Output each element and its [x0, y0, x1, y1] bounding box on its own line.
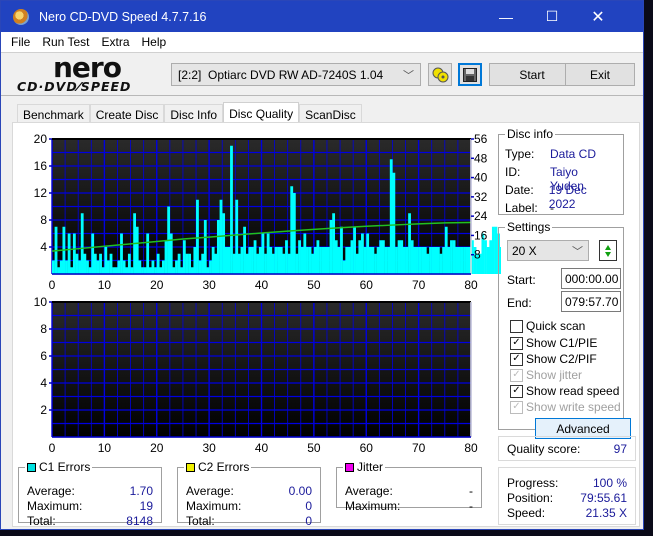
position-value: 79:55.61 — [580, 491, 627, 505]
c2-errors-group: C2 Errors Average: 0.00 Maximum: 0 Total: 0 — [177, 460, 321, 528]
x-tick-label: 40 — [255, 441, 269, 455]
y-tick-label: 2 — [40, 403, 47, 417]
show-c2-pif-checkbox[interactable]: ✓ Show C2/PIF — [510, 352, 597, 366]
checkbox-label: Show C1/PIE — [526, 336, 598, 350]
x-tick-label: 70 — [412, 441, 426, 455]
c1-maximum-label: Maximum: — [27, 499, 83, 513]
app-window: Nero CD-DVD Speed 4.7.7.16 — ☐ ✕ File Ru… — [0, 0, 644, 530]
settings-group: Settings 20 X ﹀ Start: 000:00.00 End: 07… — [498, 220, 631, 439]
progress-value: 100 % — [592, 476, 627, 490]
jitter-average-label: Average: — [345, 484, 393, 498]
jitter-average-value: - — [469, 484, 473, 498]
c1-errors-title: C1 Errors — [39, 460, 91, 474]
show-write-speed-checkbox[interactable]: ✓ Show write speed — [510, 400, 621, 414]
chevron-down-icon: ﹀ — [572, 246, 583, 258]
x-tick-label: 0 — [49, 441, 56, 455]
x-tick-label: 10 — [98, 441, 112, 455]
jitter-color-swatch — [345, 462, 354, 472]
y-tick-label: 10 — [34, 295, 48, 309]
checkbox-label: Show C2/PIF — [526, 352, 597, 366]
maximize-button[interactable]: ☐ — [529, 1, 575, 32]
x-tick-label: 30 — [202, 441, 216, 455]
checkbox-box — [510, 319, 523, 333]
speed-value: 21.35 X — [585, 506, 627, 520]
jitter-maximum-label: Maximum: — [345, 499, 401, 513]
show-c1-pie-checkbox[interactable]: ✓ Show C1/PIE — [510, 336, 597, 350]
x-tick-label: 50 — [307, 441, 321, 455]
start-label: Start: — [507, 273, 536, 287]
end-field[interactable]: 079:57.70 — [561, 291, 621, 312]
checkmark-icon: ✓ — [510, 384, 523, 398]
quality-score-label: Quality score: — [507, 442, 581, 456]
c2-average-label: Average: — [186, 484, 234, 498]
x-tick-label: 80 — [464, 441, 478, 455]
c2-chart: 0 10 20 30 40 50 60 70 80 2 4 6 8 10 — [34, 295, 478, 455]
c1-errors-group: C1 Errors Average: 1.70 Maximum: 19 Total:… — [18, 460, 162, 528]
checkbox-label: Quick scan — [526, 319, 586, 333]
checkbox-label: Show write speed — [526, 400, 621, 414]
refresh-speed-button[interactable] — [599, 240, 617, 261]
settings-title: Settings — [507, 220, 551, 234]
c1-average-label: Average: — [27, 484, 75, 498]
y-tick-label: 8 — [40, 322, 47, 336]
jitter-title: Jitter — [357, 460, 384, 474]
c2-errors-title: C2 Errors — [198, 460, 250, 474]
disc-type-value: Data CD — [550, 147, 597, 161]
show-read-speed-checkbox[interactable]: ✓ Show read speed — [510, 384, 619, 398]
c1-color-swatch — [27, 462, 36, 472]
y-tick-label: 4 — [40, 376, 47, 390]
c1-total-value: 8148 — [126, 514, 153, 528]
c2-color-swatch — [186, 462, 195, 472]
refresh-icon — [605, 244, 611, 257]
start-field[interactable]: 000:00.00 — [561, 268, 621, 289]
speed-select[interactable]: 20 X ﹀ — [507, 240, 589, 261]
jitter-group: Jitter Average: - Maximum: - — [336, 460, 482, 513]
c1-maximum-value: 19 — [139, 499, 153, 513]
c2-total-label: Total: — [186, 514, 215, 528]
c2-maximum-label: Maximum: — [186, 499, 242, 513]
exit-button[interactable]: Exit — [565, 63, 635, 86]
speed-select-value: 20 X — [512, 243, 537, 258]
disc-type-label: Type: — [505, 147, 535, 161]
disc-label-value: - — [550, 201, 554, 215]
checkmark-icon: ✓ — [510, 352, 523, 366]
start-button[interactable]: Start — [489, 63, 575, 86]
c2-maximum-value: 0 — [305, 499, 312, 513]
progress-group: Progress: 100 % Position: 79:55.61 Speed: 2… — [498, 467, 636, 525]
y-tick-label: 6 — [40, 349, 47, 363]
c1-total-label: Total: — [27, 514, 56, 528]
x-tick-label: 60 — [360, 441, 374, 455]
c2-total-value: 0 — [305, 514, 312, 528]
checkmark-icon: ✓ — [510, 400, 523, 414]
checkmark-icon: ✓ — [510, 368, 523, 382]
close-button[interactable]: ✕ — [575, 1, 621, 32]
checkbox-label: Show jitter — [526, 368, 583, 382]
x-tick-label: 20 — [150, 441, 164, 455]
quality-score-group: Quality score: 97 — [498, 436, 636, 461]
checkmark-icon: ✓ — [510, 336, 523, 350]
speed-label: Speed: — [507, 506, 546, 520]
c1-average-value: 1.70 — [129, 484, 153, 498]
c2-average-value: 0.00 — [288, 484, 312, 498]
disc-info-group: Disc info Type: Data CD ID: Taiyo Yuden Da… — [498, 127, 624, 215]
end-label: End: — [507, 296, 532, 310]
position-label: Position: — [507, 491, 554, 505]
show-jitter-checkbox[interactable]: ✓ Show jitter — [510, 368, 582, 382]
progress-label: Progress: — [507, 476, 559, 490]
quick-scan-checkbox[interactable]: Quick scan — [510, 319, 585, 333]
checkbox-label: Show read speed — [526, 384, 620, 398]
disc-info-title: Disc info — [507, 127, 554, 141]
jitter-maximum-value: - — [469, 499, 473, 513]
quality-score-value: 97 — [613, 442, 627, 456]
disc-label-label: Label: — [505, 201, 538, 215]
